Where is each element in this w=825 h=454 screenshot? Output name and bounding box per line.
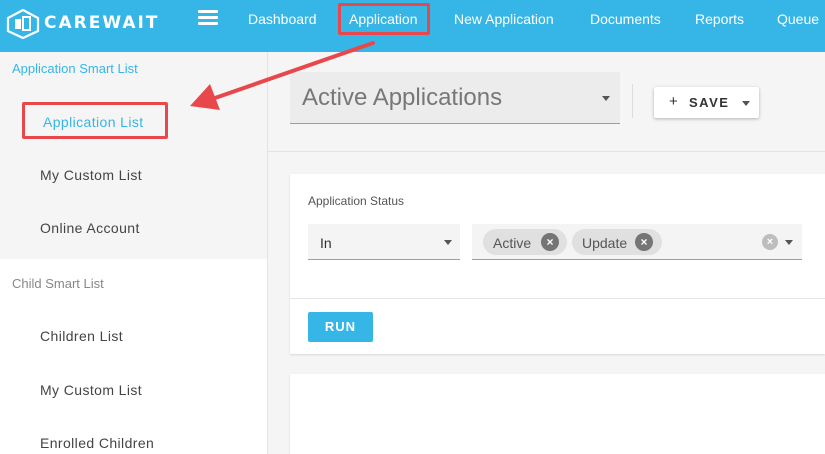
chevron-down-icon	[602, 96, 610, 101]
results-card	[290, 374, 825, 454]
carewait-logo-icon	[6, 9, 40, 39]
menu-toggle-icon[interactable]	[198, 10, 218, 30]
smart-list-select[interactable]: Active Applications	[290, 72, 620, 124]
sidebar-item-enrolled-children[interactable]: Enrolled Children	[40, 435, 154, 451]
filter-operator-select[interactable]: In	[308, 224, 460, 260]
sidebar-group-application: Application Smart List Application List …	[0, 52, 267, 259]
status-chips-input[interactable]: Active × Update × ×	[472, 224, 802, 260]
nav-queue[interactable]: Queue	[777, 11, 819, 27]
remove-chip-icon[interactable]: ×	[635, 233, 653, 251]
sidebar-item-online-account[interactable]: Online Account	[40, 220, 140, 236]
status-chip-update: Update ×	[572, 229, 662, 255]
nav-documents[interactable]: Documents	[590, 11, 661, 27]
save-dropdown-chevron-icon[interactable]	[742, 101, 750, 106]
clear-all-icon[interactable]: ×	[762, 234, 778, 250]
status-chip-active: Active ×	[483, 229, 567, 255]
card-divider	[290, 298, 825, 299]
chip-label: Active	[493, 235, 532, 251]
nav-new-application[interactable]: New Application	[454, 11, 554, 27]
sidebar-item-my-custom-list[interactable]: My Custom List	[40, 167, 142, 183]
save-button-label: SAVE	[689, 95, 730, 110]
chevron-down-icon	[444, 240, 452, 245]
list-header: Active Applications + SAVE	[268, 52, 825, 152]
logo-text: CAREWAIT	[44, 13, 160, 33]
filter-operator-value: In	[320, 235, 332, 251]
save-button[interactable]: + SAVE	[654, 87, 759, 118]
sidebar-group-title-child: Child Smart List	[12, 276, 104, 291]
highlight-box-application	[338, 3, 430, 35]
remove-chip-icon[interactable]: ×	[541, 233, 559, 251]
sidebar-item-children-list[interactable]: Children List	[40, 328, 123, 344]
chevron-down-icon[interactable]	[785, 240, 793, 245]
sidebar-group-title-application: Application Smart List	[12, 61, 138, 76]
nav-reports[interactable]: Reports	[695, 11, 744, 27]
run-button[interactable]: RUN	[308, 312, 373, 342]
highlight-box-application-list	[22, 102, 168, 139]
filter-field-label: Application Status	[308, 194, 405, 208]
nav-dashboard[interactable]: Dashboard	[248, 11, 317, 27]
plus-icon: +	[669, 93, 678, 110]
filter-card: Application Status In Active × Update × …	[290, 174, 825, 354]
chip-label: Update	[582, 235, 628, 251]
sidebar-item-child-custom-list[interactable]: My Custom List	[40, 382, 142, 398]
main-content: Active Applications + SAVE Application S…	[268, 52, 825, 454]
smart-list-select-value: Active Applications	[302, 84, 503, 111]
header-divider	[632, 84, 633, 118]
